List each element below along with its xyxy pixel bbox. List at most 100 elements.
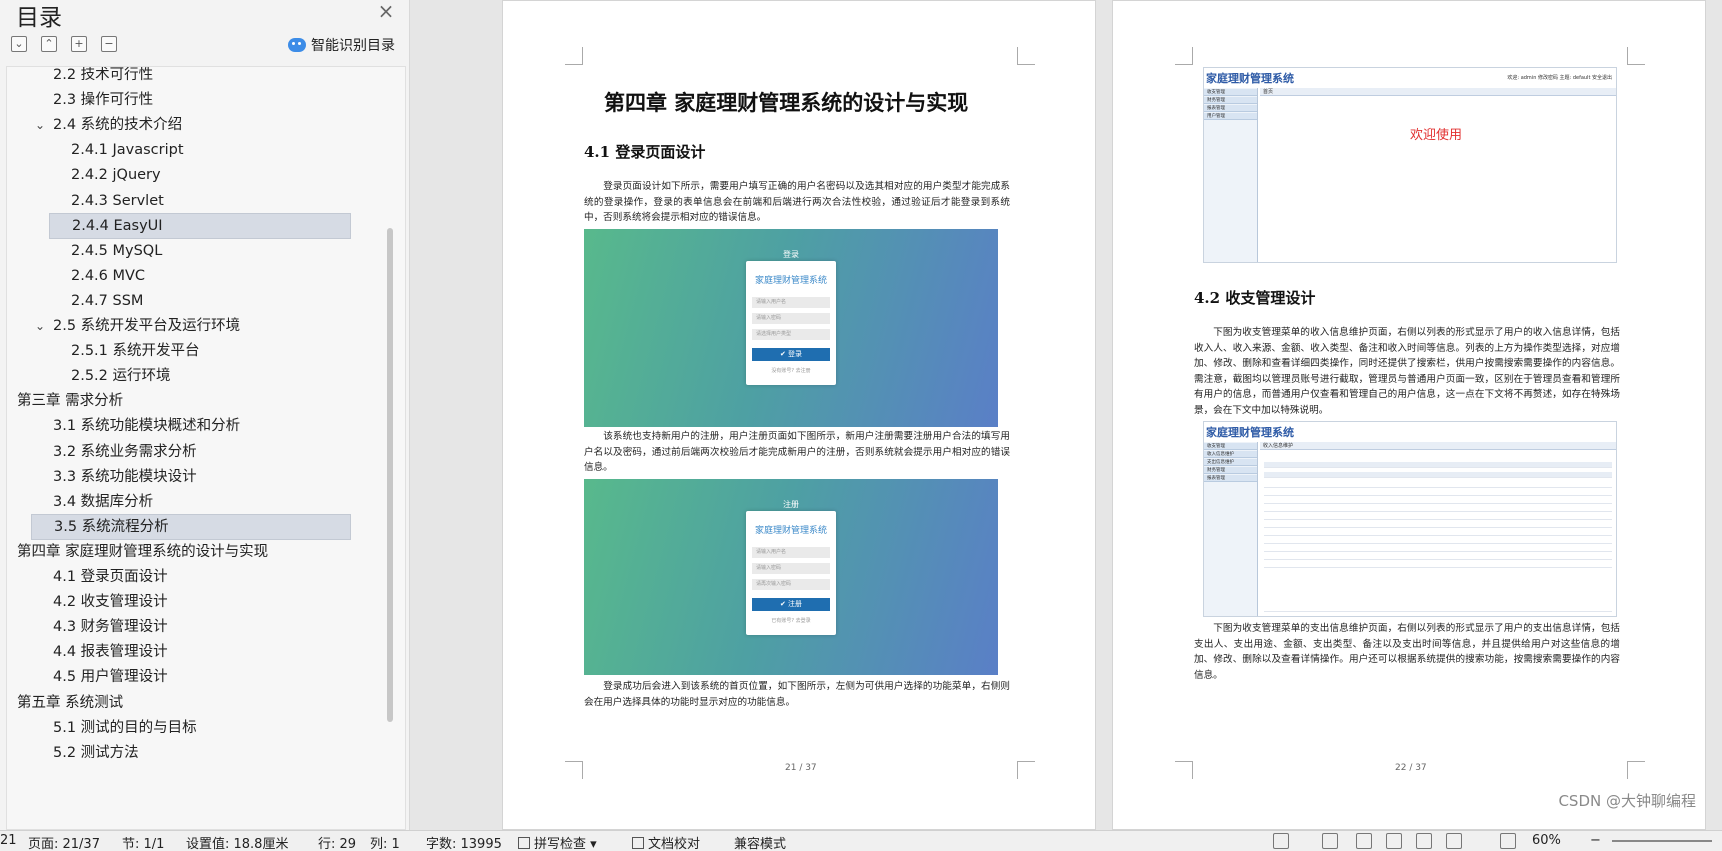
zoom-out-icon[interactable]: − — [1590, 833, 1601, 848]
chevron-down-icon[interactable]: ⌄ — [7, 690, 11, 716]
toc-title: 目录 — [16, 5, 62, 31]
toc-item-label: 2.4.2 jQuery — [71, 167, 161, 184]
toc-item-label: 2.4.5 MySQL — [71, 242, 163, 259]
toc-item[interactable]: 5.1 测试的目的与目标 — [53, 715, 197, 741]
app-income-tab: 收入信息维护 — [1260, 442, 1616, 450]
app-menu-item: 收入信息维护 — [1204, 451, 1257, 458]
web-view-icon[interactable] — [1416, 833, 1432, 849]
toc-item-label: 4.4 报表管理设计 — [53, 644, 168, 661]
toc-item[interactable]: 3.2 系统业务需求分析 — [53, 439, 197, 465]
chevron-down-icon[interactable]: ⌄ — [33, 112, 47, 138]
toc-scrollbar[interactable] — [387, 228, 393, 722]
welcome-text: 欢迎使用 — [1410, 128, 1463, 143]
status-line-prefix: 21 — [0, 833, 17, 848]
toc-item[interactable]: ⌄ 第四章 家庭理财管理系统的设计与实现 — [7, 539, 268, 565]
status-col: 列: 1 — [370, 837, 400, 851]
proof-button[interactable]: 文档校对 — [632, 833, 700, 851]
toc-item-label: 4.5 用户管理设计 — [53, 669, 168, 686]
toc-item[interactable]: 2.4.5 MySQL — [71, 238, 162, 264]
toc-item[interactable]: ⌄ 第三章 需求分析 — [7, 388, 123, 414]
toc-item[interactable]: 2.4.3 Servlet — [71, 188, 164, 214]
toc-item[interactable]: 3.5 系统流程分析 — [31, 513, 351, 540]
toc-item[interactable]: 2.4.4 EasyUI — [49, 212, 351, 239]
expand-all-button[interactable]: ⌃ — [41, 36, 57, 52]
smart-toc-button[interactable]: 智能识别目录 — [288, 34, 395, 56]
register-header: 注册 — [783, 500, 799, 509]
page-21: 第四章 家庭理财管理系统的设计与实现 4.1 登录页面设计 登录页面设计如下所示… — [502, 0, 1096, 830]
protect-eye-icon[interactable] — [1273, 833, 1289, 849]
login-password-field: 请输入密码 — [752, 313, 830, 324]
app-menu-item: 报表管理 — [1204, 475, 1257, 482]
toc-list: 2.2 技术可行性 2.3 操作可行性 ⌄ 2.4 系统的技术介绍 2.4.1 Java… — [6, 66, 406, 830]
register-confirm-field: 请再次输入密码 — [752, 579, 830, 590]
status-section: 节: 1/1 — [122, 837, 165, 851]
toc-item-label: 2.4.3 Servlet — [71, 192, 164, 209]
toc-item-label: 2.4.7 SSM — [71, 292, 144, 309]
chevron-down-icon[interactable]: ⌄ — [7, 539, 11, 565]
register-password-field: 请输入密码 — [752, 563, 830, 574]
app-menu-item: 财务管理 — [1204, 97, 1257, 104]
toc-item[interactable]: 2.5.2 运行环境 — [71, 363, 171, 389]
page-view-icon[interactable] — [1322, 833, 1338, 849]
toc-item[interactable]: 4.2 收支管理设计 — [53, 589, 168, 615]
toc-item-label: 2.4.4 EasyUI — [72, 217, 163, 234]
paragraph: 下图为收支管理菜单的收入信息维护页面，右侧以列表的形式显示了用户的收入信息详情，… — [1194, 327, 1620, 416]
toc-item-label: 第五章 系统测试 — [17, 694, 124, 711]
toc-item-label: 3.2 系统业务需求分析 — [53, 443, 197, 460]
toc-item[interactable]: 5.2 测试方法 — [53, 740, 139, 766]
zoom-slider[interactable] — [1612, 840, 1712, 842]
zoom-level[interactable]: 60% — [1532, 833, 1561, 848]
login-button: ✔ 登录 — [752, 348, 830, 361]
status-words[interactable]: 字数: 13995 — [426, 833, 502, 851]
outline-view-icon[interactable] — [1356, 833, 1372, 849]
toc-item[interactable]: 2.2 技术可行性 — [53, 67, 154, 88]
toc-item-label: 4.1 登录页面设计 — [53, 569, 168, 585]
remove-heading-button[interactable]: − — [101, 36, 117, 52]
reading-view-icon[interactable] — [1386, 833, 1402, 849]
section-title: 4.1 登录页面设计 — [584, 143, 706, 161]
write-view-icon[interactable] — [1446, 833, 1462, 849]
add-heading-button[interactable]: + — [71, 36, 87, 52]
toc-item[interactable]: ⌄ 2.5 系统开发平台及运行环境 — [33, 313, 240, 339]
toc-item[interactable]: 4.3 财务管理设计 — [53, 614, 168, 640]
toc-item-label: 2.2 技术可行性 — [53, 67, 154, 83]
register-button: ✔ 注册 — [752, 598, 830, 611]
toc-item[interactable]: 3.3 系统功能模块设计 — [53, 464, 197, 490]
page-number: 21 / 37 — [785, 763, 817, 773]
fit-page-icon[interactable] — [1500, 833, 1516, 849]
status-page[interactable]: 页面: 21/37 — [28, 833, 100, 851]
toc-item[interactable]: 4.1 登录页面设计 — [53, 564, 168, 590]
chevron-down-icon[interactable]: ⌄ — [33, 313, 47, 339]
app-menu-item: 财务管理 — [1204, 467, 1257, 474]
toc-item[interactable]: ⌄ 第五章 系统测试 — [7, 690, 124, 716]
toc-item-label: 2.4 系统的技术介绍 — [53, 117, 183, 134]
toc-item-label: 2.3 操作可行性 — [53, 92, 154, 109]
toc-item-label: 4.2 收支管理设计 — [53, 594, 168, 611]
toc-item-label: 3.4 数据库分析 — [53, 493, 154, 510]
toc-item-label: 2.5.2 运行环境 — [71, 368, 171, 385]
toc-item-label: 3.5 系统流程分析 — [54, 518, 169, 535]
toc-item[interactable]: 2.3 操作可行性 — [53, 87, 153, 113]
paragraph: 下图为收支管理菜单的支出信息维护页面，右侧以列表的形式显示了用户的支出信息详情，… — [1194, 623, 1620, 681]
collapse-all-button[interactable]: ⌄ — [11, 36, 27, 52]
section-title: 4.2 收支管理设计 — [1194, 289, 1316, 307]
chevron-down-icon[interactable]: ⌄ — [7, 388, 11, 414]
toc-item[interactable]: 3.1 系统功能模块概述和分析 — [53, 413, 240, 439]
toc-item[interactable]: 3.4 数据库分析 — [53, 489, 153, 515]
page-22: 家庭理财管理系统 欢迎: admin 修改密码 主题: default 安全退出… — [1112, 0, 1706, 830]
toc-item[interactable]: 2.4.7 SSM — [71, 288, 143, 314]
toc-item[interactable]: 4.4 报表管理设计 — [53, 639, 168, 665]
spell-check-button[interactable]: 拼写检查 ▾ — [518, 833, 597, 851]
app-menu-item: 支出信息维护 — [1204, 459, 1257, 466]
toc-item[interactable]: 2.4.6 MVC — [71, 263, 145, 289]
toc-item[interactable]: 2.4.2 jQuery — [71, 162, 161, 188]
toc-item[interactable]: 2.5.1 系统开发平台 — [71, 338, 200, 364]
login-register-link: 没有账号? 去注册 — [771, 368, 811, 374]
toc-item-label: 3.3 系统功能模块设计 — [53, 468, 197, 485]
toc-item-label: 2.5.1 系统开发平台 — [71, 343, 200, 360]
toc-item[interactable]: ⌄ 2.4 系统的技术介绍 — [33, 112, 182, 138]
close-icon[interactable]: × — [376, 0, 396, 22]
toc-item[interactable]: 4.5 用户管理设计 — [53, 664, 168, 690]
toc-item[interactable]: 2.4.1 Javascript — [71, 137, 184, 163]
login-app-title: 家庭理财管理系统 — [754, 276, 827, 286]
